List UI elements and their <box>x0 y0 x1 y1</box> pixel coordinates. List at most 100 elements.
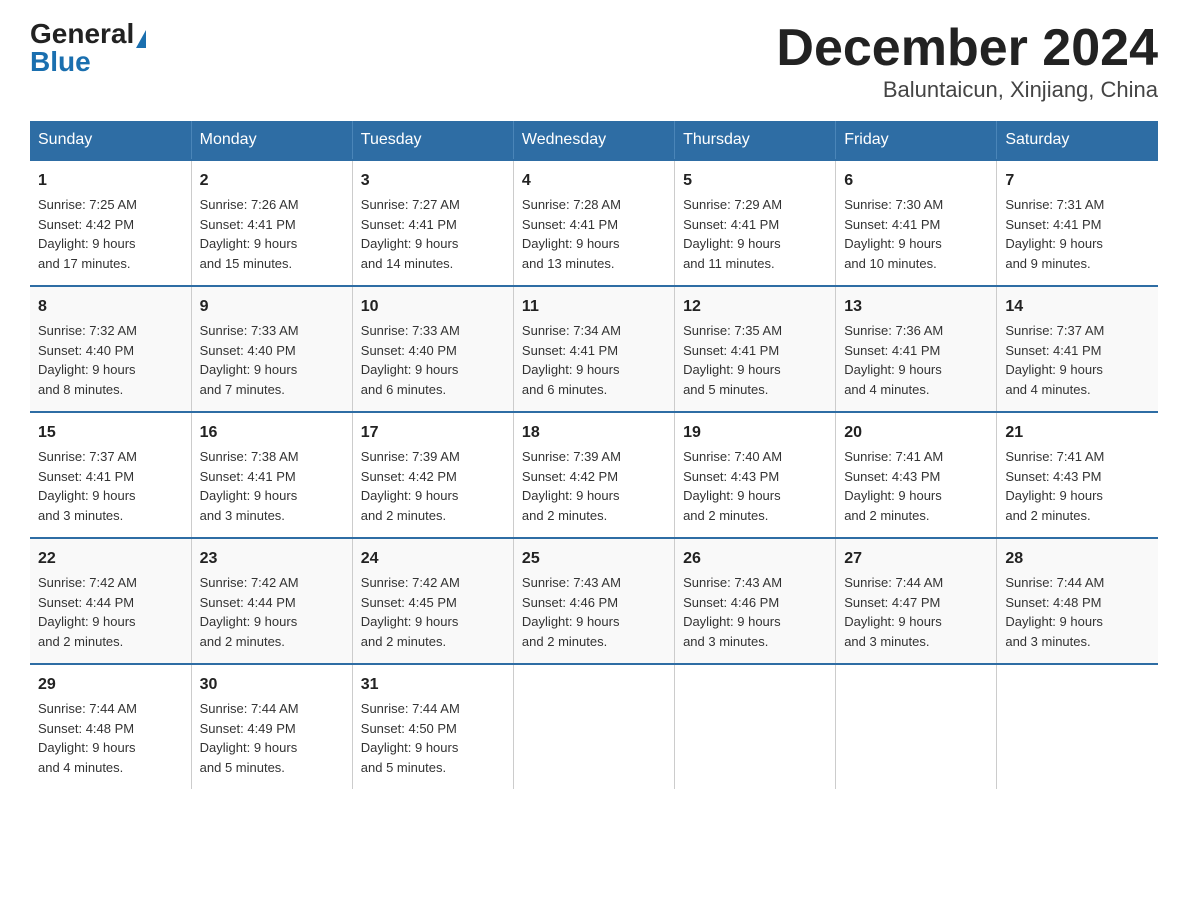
day-number: 9 <box>200 295 344 319</box>
day-info: Sunrise: 7:31 AMSunset: 4:41 PMDaylight:… <box>1005 197 1104 271</box>
logo-triangle-icon <box>136 30 146 48</box>
day-info: Sunrise: 7:44 AMSunset: 4:49 PMDaylight:… <box>200 701 299 775</box>
day-info: Sunrise: 7:27 AMSunset: 4:41 PMDaylight:… <box>361 197 460 271</box>
calendar-cell: 7 Sunrise: 7:31 AMSunset: 4:41 PMDaylight… <box>997 160 1158 286</box>
logo: General Blue <box>30 20 146 76</box>
day-info: Sunrise: 7:40 AMSunset: 4:43 PMDaylight:… <box>683 449 782 523</box>
day-info: Sunrise: 7:44 AMSunset: 4:47 PMDaylight:… <box>844 575 943 649</box>
calendar-cell: 18 Sunrise: 7:39 AMSunset: 4:42 PMDayligh… <box>513 412 674 538</box>
header-sunday: Sunday <box>30 121 191 160</box>
day-header-row: Sunday Monday Tuesday Wednesday Thursday… <box>30 121 1158 160</box>
day-info: Sunrise: 7:44 AMSunset: 4:50 PMDaylight:… <box>361 701 460 775</box>
day-info: Sunrise: 7:42 AMSunset: 4:44 PMDaylight:… <box>200 575 299 649</box>
calendar-table: Sunday Monday Tuesday Wednesday Thursday… <box>30 121 1158 789</box>
day-info: Sunrise: 7:26 AMSunset: 4:41 PMDaylight:… <box>200 197 299 271</box>
calendar-cell: 15 Sunrise: 7:37 AMSunset: 4:41 PMDayligh… <box>30 412 191 538</box>
calendar-cell: 30 Sunrise: 7:44 AMSunset: 4:49 PMDayligh… <box>191 664 352 789</box>
calendar-subtitle: Baluntaicun, Xinjiang, China <box>776 77 1158 103</box>
logo-general: General <box>30 18 134 49</box>
header-tuesday: Tuesday <box>352 121 513 160</box>
day-info: Sunrise: 7:33 AMSunset: 4:40 PMDaylight:… <box>200 323 299 397</box>
day-number: 21 <box>1005 421 1150 445</box>
day-info: Sunrise: 7:43 AMSunset: 4:46 PMDaylight:… <box>683 575 782 649</box>
day-info: Sunrise: 7:33 AMSunset: 4:40 PMDaylight:… <box>361 323 460 397</box>
day-info: Sunrise: 7:34 AMSunset: 4:41 PMDaylight:… <box>522 323 621 397</box>
day-number: 3 <box>361 169 505 193</box>
calendar-cell: 10 Sunrise: 7:33 AMSunset: 4:40 PMDayligh… <box>352 286 513 412</box>
day-number: 2 <box>200 169 344 193</box>
day-number: 18 <box>522 421 666 445</box>
day-number: 10 <box>361 295 505 319</box>
page-header: General Blue December 2024 Baluntaicun, … <box>30 20 1158 103</box>
day-info: Sunrise: 7:39 AMSunset: 4:42 PMDaylight:… <box>522 449 621 523</box>
calendar-cell: 29Sunrise: 7:44 AMSunset: 4:48 PMDayligh… <box>30 664 191 789</box>
day-number: 13 <box>844 295 988 319</box>
calendar-cell <box>513 664 674 789</box>
day-number: 16 <box>200 421 344 445</box>
day-info: Sunrise: 7:37 AMSunset: 4:41 PMDaylight:… <box>38 449 137 523</box>
day-info: Sunrise: 7:43 AMSunset: 4:46 PMDaylight:… <box>522 575 621 649</box>
calendar-cell: 19 Sunrise: 7:40 AMSunset: 4:43 PMDayligh… <box>675 412 836 538</box>
calendar-cell: 31 Sunrise: 7:44 AMSunset: 4:50 PMDayligh… <box>352 664 513 789</box>
day-number: 31 <box>361 673 505 697</box>
calendar-cell: 21 Sunrise: 7:41 AMSunset: 4:43 PMDayligh… <box>997 412 1158 538</box>
calendar-cell: 25 Sunrise: 7:43 AMSunset: 4:46 PMDayligh… <box>513 538 674 664</box>
day-number: 17 <box>361 421 505 445</box>
header-friday: Friday <box>836 121 997 160</box>
calendar-cell: 11 Sunrise: 7:34 AMSunset: 4:41 PMDayligh… <box>513 286 674 412</box>
week-row-2: 8 Sunrise: 7:32 AMSunset: 4:40 PMDaylight… <box>30 286 1158 412</box>
calendar-cell: 27 Sunrise: 7:44 AMSunset: 4:47 PMDayligh… <box>836 538 997 664</box>
calendar-cell: 24 Sunrise: 7:42 AMSunset: 4:45 PMDayligh… <box>352 538 513 664</box>
day-info: Sunrise: 7:25 AMSunset: 4:42 PMDaylight:… <box>38 197 137 271</box>
day-number: 12 <box>683 295 827 319</box>
calendar-cell: 23Sunrise: 7:42 AMSunset: 4:44 PMDayligh… <box>191 538 352 664</box>
day-number: 1 <box>38 169 183 193</box>
day-number: 29 <box>38 673 183 697</box>
header-wednesday: Wednesday <box>513 121 674 160</box>
week-row-3: 15 Sunrise: 7:37 AMSunset: 4:41 PMDayligh… <box>30 412 1158 538</box>
header-thursday: Thursday <box>675 121 836 160</box>
day-number: 30 <box>200 673 344 697</box>
calendar-cell <box>997 664 1158 789</box>
day-info: Sunrise: 7:38 AMSunset: 4:41 PMDaylight:… <box>200 449 299 523</box>
day-number: 24 <box>361 547 505 571</box>
calendar-cell: 20Sunrise: 7:41 AMSunset: 4:43 PMDayligh… <box>836 412 997 538</box>
day-number: 6 <box>844 169 988 193</box>
header-saturday: Saturday <box>997 121 1158 160</box>
day-number: 19 <box>683 421 827 445</box>
day-number: 11 <box>522 295 666 319</box>
calendar-cell: 22Sunrise: 7:42 AMSunset: 4:44 PMDayligh… <box>30 538 191 664</box>
calendar-cell: 9 Sunrise: 7:33 AMSunset: 4:40 PMDaylight… <box>191 286 352 412</box>
calendar-cell: 6Sunrise: 7:30 AMSunset: 4:41 PMDaylight… <box>836 160 997 286</box>
calendar-cell: 5 Sunrise: 7:29 AMSunset: 4:41 PMDaylight… <box>675 160 836 286</box>
calendar-cell: 16 Sunrise: 7:38 AMSunset: 4:41 PMDayligh… <box>191 412 352 538</box>
calendar-cell: 4Sunrise: 7:28 AMSunset: 4:41 PMDaylight… <box>513 160 674 286</box>
day-number: 25 <box>522 547 666 571</box>
title-block: December 2024 Baluntaicun, Xinjiang, Chi… <box>776 20 1158 103</box>
day-number: 15 <box>38 421 183 445</box>
logo-text: General <box>30 20 146 48</box>
calendar-cell: 28Sunrise: 7:44 AMSunset: 4:48 PMDayligh… <box>997 538 1158 664</box>
day-info: Sunrise: 7:42 AMSunset: 4:45 PMDaylight:… <box>361 575 460 649</box>
logo-blue: Blue <box>30 48 91 76</box>
day-info: Sunrise: 7:32 AMSunset: 4:40 PMDaylight:… <box>38 323 137 397</box>
day-number: 5 <box>683 169 827 193</box>
day-info: Sunrise: 7:36 AMSunset: 4:41 PMDaylight:… <box>844 323 943 397</box>
day-number: 27 <box>844 547 988 571</box>
day-number: 8 <box>38 295 183 319</box>
calendar-cell: 26Sunrise: 7:43 AMSunset: 4:46 PMDayligh… <box>675 538 836 664</box>
day-info: Sunrise: 7:28 AMSunset: 4:41 PMDaylight:… <box>522 197 621 271</box>
calendar-cell: 1 Sunrise: 7:25 AMSunset: 4:42 PMDaylight… <box>30 160 191 286</box>
week-row-4: 22Sunrise: 7:42 AMSunset: 4:44 PMDayligh… <box>30 538 1158 664</box>
day-number: 7 <box>1005 169 1150 193</box>
week-row-1: 1 Sunrise: 7:25 AMSunset: 4:42 PMDaylight… <box>30 160 1158 286</box>
calendar-title: December 2024 <box>776 20 1158 77</box>
calendar-cell: 14Sunrise: 7:37 AMSunset: 4:41 PMDayligh… <box>997 286 1158 412</box>
calendar-cell: 2 Sunrise: 7:26 AMSunset: 4:41 PMDaylight… <box>191 160 352 286</box>
day-info: Sunrise: 7:29 AMSunset: 4:41 PMDaylight:… <box>683 197 782 271</box>
day-info: Sunrise: 7:41 AMSunset: 4:43 PMDaylight:… <box>1005 449 1104 523</box>
week-row-5: 29Sunrise: 7:44 AMSunset: 4:48 PMDayligh… <box>30 664 1158 789</box>
calendar-cell: 13 Sunrise: 7:36 AMSunset: 4:41 PMDayligh… <box>836 286 997 412</box>
header-monday: Monday <box>191 121 352 160</box>
day-info: Sunrise: 7:35 AMSunset: 4:41 PMDaylight:… <box>683 323 782 397</box>
